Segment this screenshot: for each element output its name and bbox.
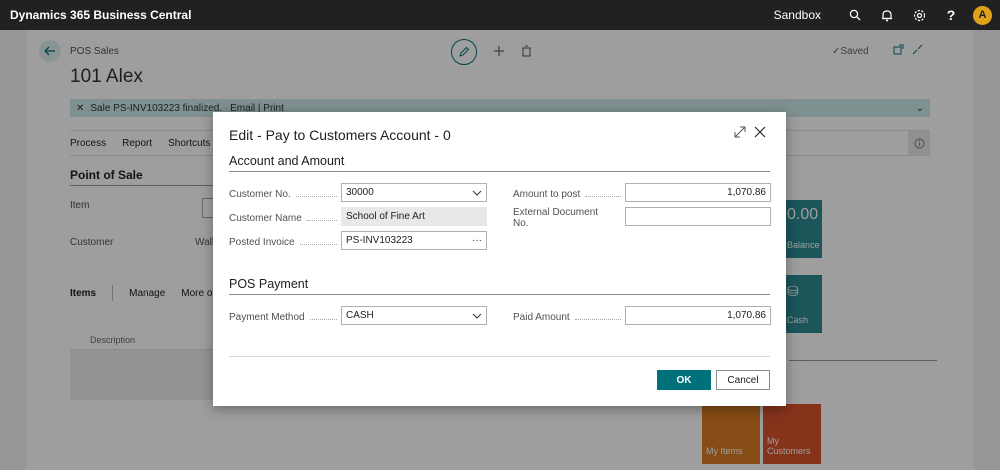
customer-name-field: School of Fine Art (341, 207, 487, 226)
lookup-ellipsis-icon[interactable]: ··· (472, 235, 482, 246)
expand-icon[interactable] (733, 125, 749, 141)
chevron-down-icon[interactable] (472, 313, 482, 319)
top-nav-bar: Dynamics 365 Business Central Sandbox ? … (0, 0, 1000, 30)
external-doc-no-label: External Document No. (513, 207, 599, 229)
paid-amount-label: Paid Amount (513, 310, 625, 324)
payment-method-field[interactable]: CASH (341, 306, 487, 325)
section-payment-header[interactable]: POS Payment (229, 277, 770, 295)
chevron-down-icon[interactable] (472, 190, 482, 196)
dialog-title: Edit - Pay to Customers Account - 0 (229, 127, 451, 143)
paid-amount-field[interactable]: 1,070.86 (625, 306, 771, 325)
posted-invoice-field[interactable]: PS-INV103223 ··· (341, 231, 487, 250)
edit-dialog: Edit - Pay to Customers Account - 0 Acco… (213, 112, 786, 406)
external-doc-no-field[interactable] (625, 207, 771, 226)
avatar[interactable]: A (973, 5, 992, 25)
ok-button[interactable]: OK (657, 370, 711, 390)
bell-icon[interactable] (871, 0, 903, 30)
amount-to-post-label: Amount to post (513, 187, 625, 201)
customer-no-field[interactable]: 30000 (341, 183, 487, 202)
environment-label: Sandbox (773, 8, 821, 22)
posted-invoice-label: Posted Invoice (229, 235, 341, 249)
search-icon[interactable] (839, 0, 871, 30)
divider (229, 356, 770, 357)
close-icon[interactable] (753, 125, 769, 141)
gear-icon[interactable] (903, 0, 935, 30)
payment-method-label: Payment Method (229, 310, 341, 324)
cancel-button[interactable]: Cancel (716, 370, 770, 390)
customer-no-label: Customer No. (229, 187, 341, 201)
amount-to-post-field[interactable]: 1,070.86 (625, 183, 771, 202)
app-title[interactable]: Dynamics 365 Business Central (0, 8, 191, 22)
help-icon[interactable]: ? (935, 0, 967, 30)
section-account-header[interactable]: Account and Amount (229, 154, 770, 172)
customer-name-label: Customer Name (229, 211, 341, 225)
